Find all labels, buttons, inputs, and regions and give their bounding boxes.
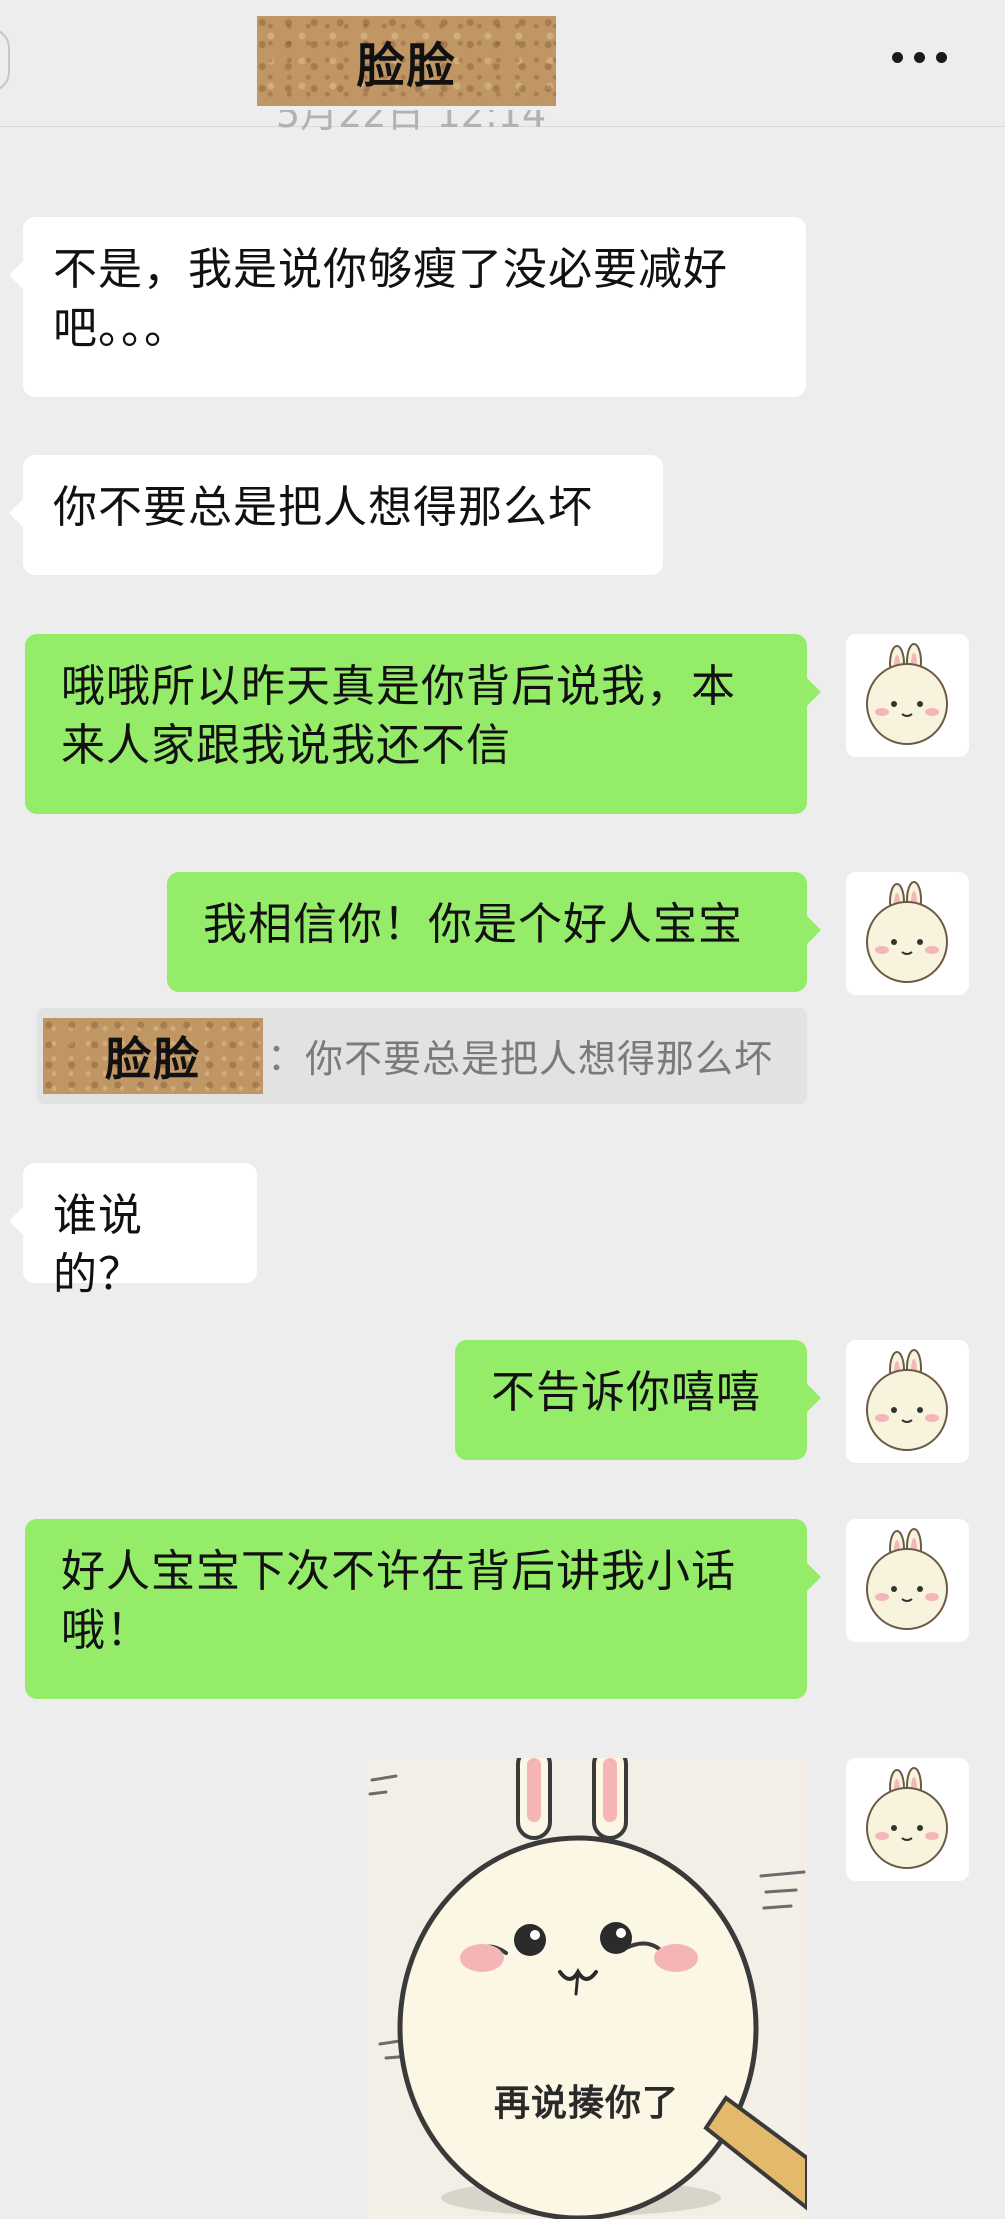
sticker-caption: 再说揍你了: [493, 2083, 679, 2124]
avatar[interactable]: [846, 634, 969, 757]
chat-title-block: 脸脸: [257, 16, 556, 106]
quote-colon: ：: [267, 1035, 306, 1079]
message-line: 来人家跟我说我还不信: [61, 720, 511, 771]
message-bubble-outgoing[interactable]: 哦哦所以昨天真是你背后说我，本 来人家跟我说我还不信: [25, 634, 821, 814]
message-bubble-outgoing[interactable]: 我相信你！你是个好人宝宝: [167, 872, 821, 992]
quoted-message[interactable]: 脸脸 ： 你不要总是把人想得那么坏: [37, 1008, 807, 1104]
chat-header: 脸脸: [0, 0, 1005, 127]
message-line: 吧。。。: [53, 303, 189, 354]
message-line: 不是，我是说你够瘦了没必要减好: [53, 244, 728, 295]
message-line: 你不要总是把人想得那么坏: [53, 482, 593, 533]
message-bubble-incoming[interactable]: 不是，我是说你够瘦了没必要减好 吧。。。: [9, 217, 806, 397]
message-bubble-outgoing[interactable]: 不告诉你嘻嘻: [455, 1340, 821, 1460]
bunny-avatar-icon: [866, 1349, 948, 1451]
avatar[interactable]: [846, 872, 969, 995]
bunny-avatar-icon: [866, 643, 948, 745]
quote-sender-block: 脸脸: [43, 1018, 263, 1094]
quote-sender: 脸脸: [105, 1032, 201, 1086]
message-bubble-outgoing[interactable]: 好人宝宝下次不许在背后讲我小话 哦！: [25, 1519, 821, 1699]
bunny-avatar-icon: [866, 1767, 948, 1869]
message-bubble-incoming[interactable]: 你不要总是把人想得那么坏: [9, 455, 663, 575]
back-icon[interactable]: [0, 28, 10, 92]
bunny-sticker-icon: [366, 1758, 807, 2219]
message-line: 哦哦所以昨天真是你背后说我，本: [61, 661, 736, 712]
avatar[interactable]: [846, 1519, 969, 1642]
more-dots-icon[interactable]: [892, 52, 948, 64]
avatar[interactable]: [846, 1340, 969, 1463]
message-line: 我相信你！你是个好人宝宝: [203, 899, 743, 950]
quote-text: 你不要总是把人想得那么坏: [305, 1037, 774, 1081]
avatar[interactable]: [846, 1758, 969, 1881]
message-bubble-incoming[interactable]: 谁说的？: [9, 1163, 257, 1300]
message-line: 好人宝宝下次不许在背后讲我小话: [61, 1546, 736, 1597]
message-line: 不告诉你嘻嘻: [491, 1367, 761, 1418]
chat-title: 脸脸: [356, 38, 457, 94]
message-line: 哦！: [61, 1605, 151, 1656]
bunny-avatar-icon: [866, 881, 948, 983]
timestamp: 5月22日 12:14: [276, 110, 547, 136]
message-line: 谁说的？: [53, 1190, 143, 1300]
sticker-message[interactable]: 再说揍你了: [366, 1758, 807, 2219]
bunny-avatar-icon: [866, 1528, 948, 1630]
